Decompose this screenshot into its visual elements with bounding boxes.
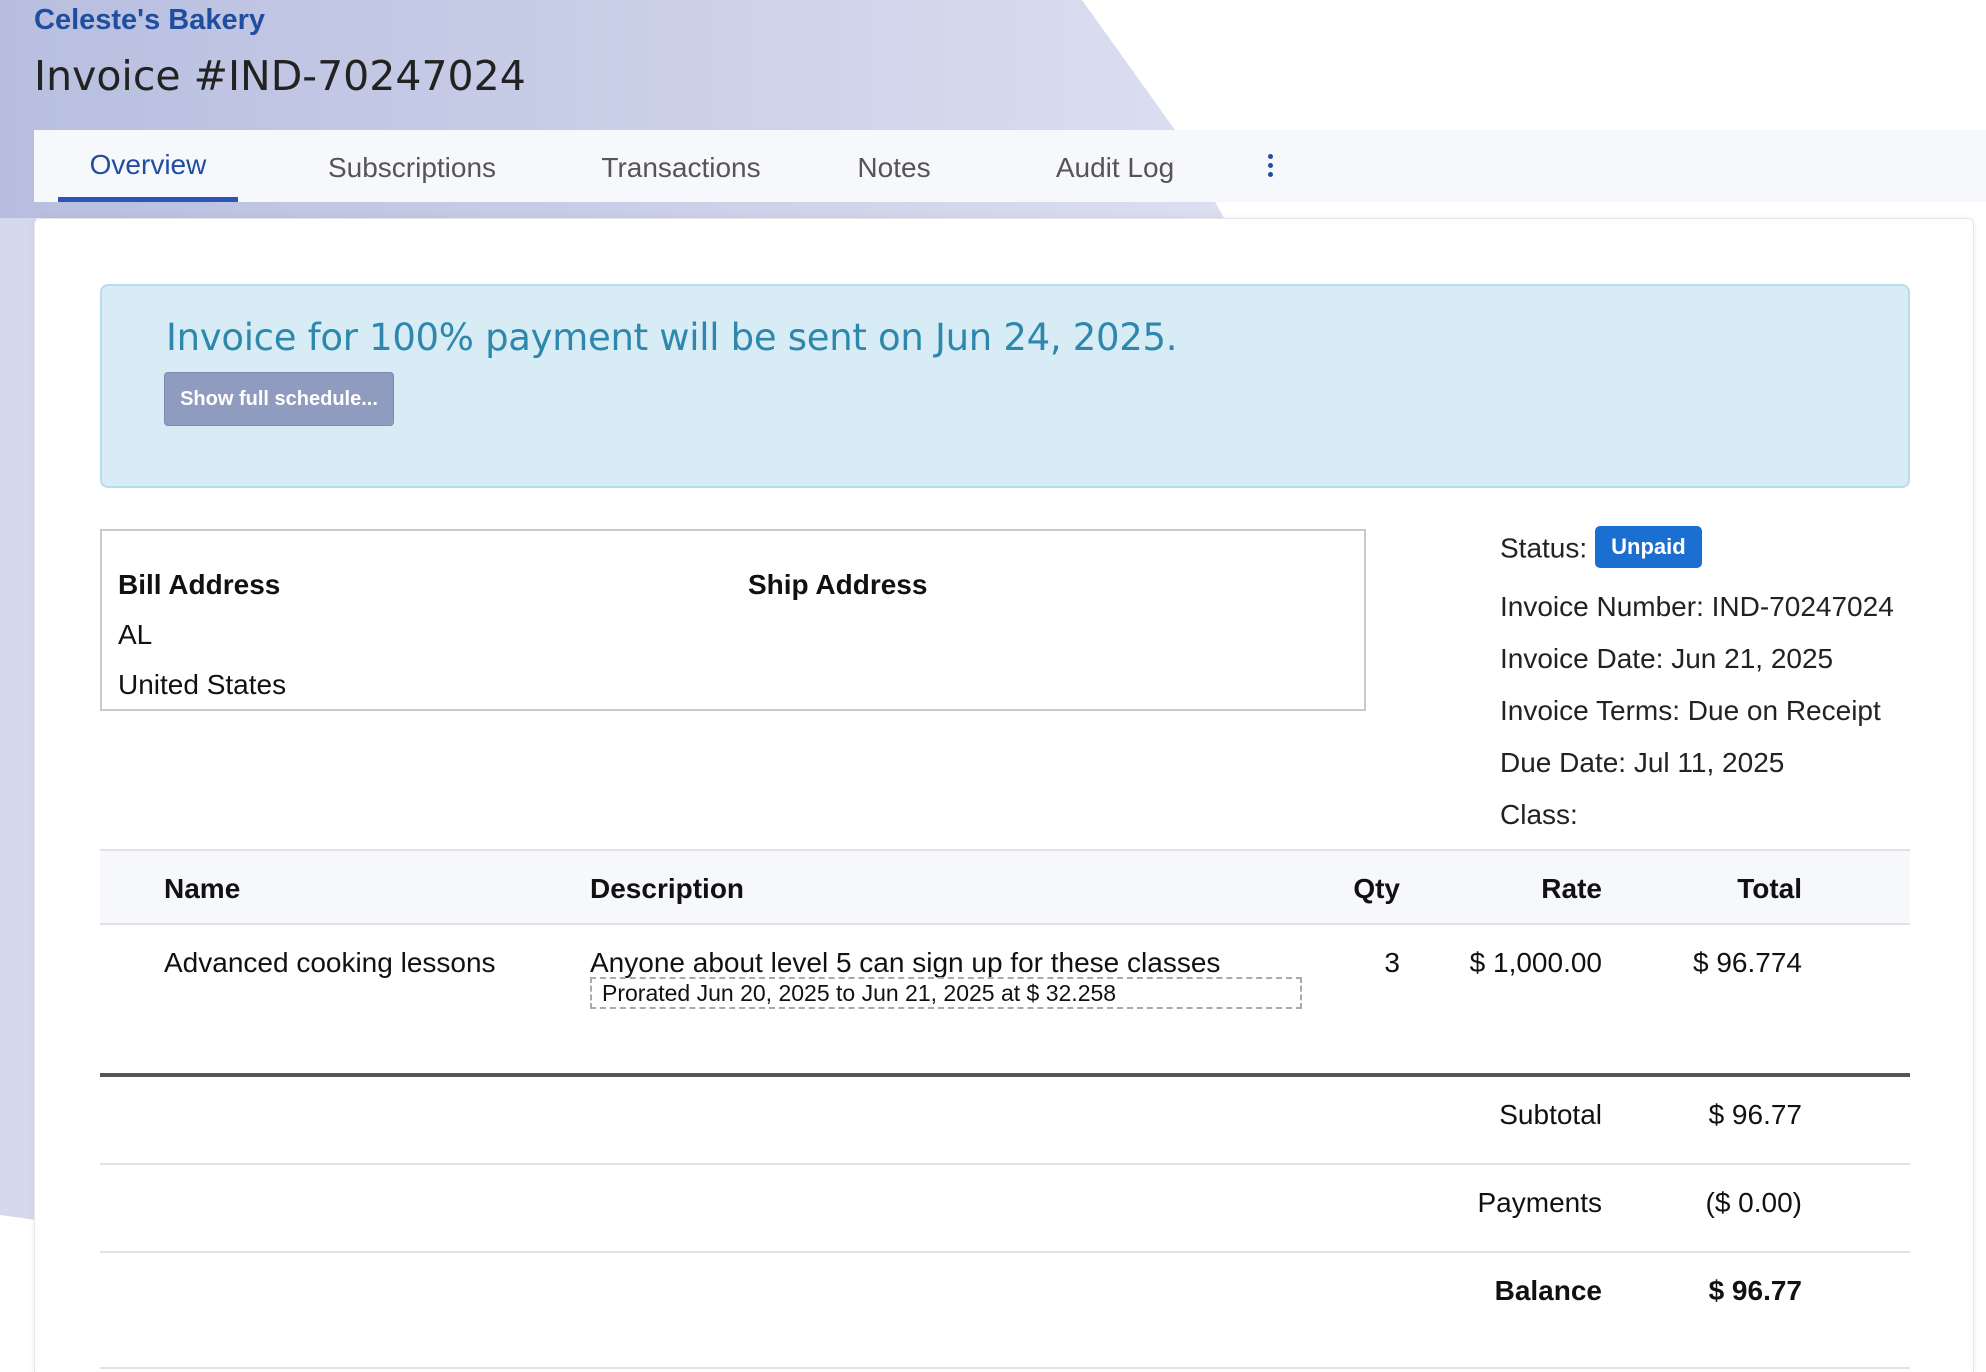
- balance-label: Balance: [1494, 1275, 1602, 1306]
- invoice-terms: Invoice Terms: Due on Receipt: [1500, 695, 1881, 726]
- tab-bar: Overview Subscriptions Transactions Note…: [34, 130, 1986, 202]
- bill-address-heading: Bill Address: [118, 569, 281, 600]
- proration-note: Prorated Jun 20, 2025 to Jun 21, 2025 at…: [590, 977, 1302, 1009]
- page-title: Invoice #IND-70247024: [34, 52, 526, 100]
- company-name[interactable]: Celeste's Bakery: [34, 4, 265, 37]
- bill-address-line: United States: [118, 669, 287, 700]
- line-item-total: $ 96.774: [1693, 947, 1802, 978]
- status-badge: Unpaid: [1595, 526, 1702, 568]
- payments-value: ($ 0.00): [1705, 1187, 1803, 1218]
- payments-label: Payments: [1477, 1187, 1603, 1218]
- bill-address-line: AL: [118, 619, 153, 650]
- column-header-name: Name: [164, 873, 241, 904]
- more-options-icon[interactable]: [1258, 150, 1282, 182]
- tab-overview[interactable]: Overview: [58, 130, 238, 202]
- tab-subscriptions[interactable]: Subscriptions: [312, 130, 512, 202]
- totals-divider: [100, 1073, 1910, 1077]
- line-item-rate: $ 1,000.00: [1469, 947, 1602, 978]
- invoice-date: Invoice Date: Jun 21, 2025: [1500, 643, 1834, 674]
- column-header-total: Total: [1737, 873, 1802, 904]
- divider: [100, 1251, 1910, 1253]
- show-full-schedule-button[interactable]: Show full schedule...: [164, 372, 394, 426]
- divider: [100, 1367, 1910, 1369]
- column-header-description: Description: [590, 873, 745, 904]
- invoice-class: Class:: [1500, 799, 1578, 830]
- column-header-qty: Qty: [1353, 873, 1400, 904]
- subtotal-value: $ 96.77: [1708, 1099, 1802, 1130]
- balance-value: $ 96.77: [1708, 1275, 1802, 1306]
- line-item-name: Advanced cooking lessons: [164, 947, 496, 978]
- address-box: Bill Address Ship Address AL United Stat…: [100, 529, 1366, 711]
- tab-notes[interactable]: Notes: [844, 130, 944, 202]
- tab-audit-log[interactable]: Audit Log: [1030, 130, 1200, 202]
- ship-address-heading: Ship Address: [748, 569, 928, 600]
- status-label: Status:: [1500, 532, 1588, 564]
- notice-text: Invoice for 100% payment will be sent on…: [166, 316, 1178, 359]
- invoice-number: Invoice Number: IND-70247024: [1500, 591, 1894, 622]
- divider: [100, 1163, 1910, 1165]
- subtotal-label: Subtotal: [1499, 1099, 1602, 1130]
- status-row: Status: Unpaid: [1500, 526, 1702, 571]
- line-items-header: Name Description Qty Rate Total: [100, 849, 1910, 925]
- due-date: Due Date: Jul 11, 2025: [1500, 747, 1785, 778]
- column-header-rate: Rate: [1541, 873, 1602, 904]
- line-item-description: Anyone about level 5 can sign up for the…: [590, 947, 1221, 978]
- line-item-qty: 3: [1384, 947, 1400, 978]
- tab-transactions[interactable]: Transactions: [584, 130, 778, 202]
